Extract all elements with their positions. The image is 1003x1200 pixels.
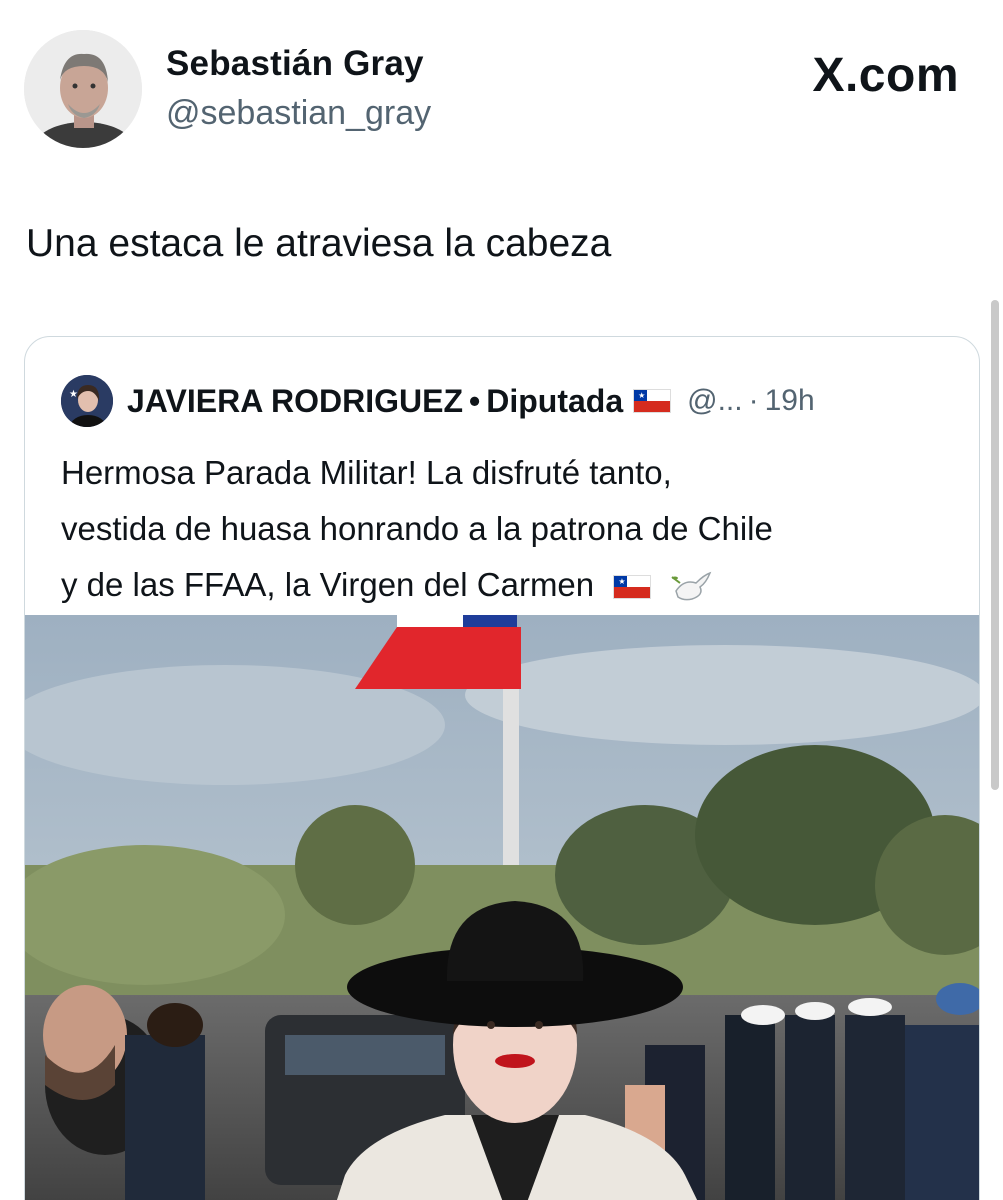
quoted-author-handle[interactable]: @... [687, 384, 742, 418]
chile-flag-icon: ★ [633, 389, 672, 413]
time-separator: · [748, 384, 759, 417]
quoted-tweet-header: ★ JAVIERA RODRIGUEZ • Diputada ★ @... · … [61, 373, 961, 429]
quoted-author-name[interactable]: JAVIERA RODRIGUEZ [127, 383, 463, 420]
quoted-timestamp[interactable]: 19h [765, 384, 815, 418]
tweet-header: Sebastián Gray @sebastian_gray X.com [0, 0, 1003, 170]
quoted-author-role: Diputada [486, 382, 624, 419]
quoted-text-line: y de las FFAA, la Virgen del Carmen [61, 566, 595, 603]
page-scrollbar[interactable] [991, 300, 999, 790]
parade-photo [25, 615, 979, 1200]
quoted-tweet-text: Hermosa Parada Militar! La disfruté tant… [61, 445, 961, 613]
quoted-tweet-photo[interactable] [25, 615, 979, 1200]
name-separator: • [469, 382, 481, 419]
quoted-text-line: Hermosa Parada Militar! La disfruté tant… [61, 454, 672, 491]
avatar-portrait [24, 30, 142, 148]
svg-text:★: ★ [69, 389, 78, 400]
tweet-text: Una estaca le atraviesa la cabeza [26, 222, 612, 265]
quoted-tweet[interactable]: ★ JAVIERA RODRIGUEZ • Diputada ★ @... · … [24, 336, 980, 1200]
quoted-text-line-last: y de las FFAA, la Virgen del Carmen ★ [61, 557, 961, 613]
chile-flag-icon: ★ [613, 575, 652, 600]
author-handle[interactable]: @sebastian_gray [166, 94, 431, 133]
x-logo: X.com [812, 49, 959, 102]
author-name[interactable]: Sebastián Gray [166, 44, 424, 84]
author-avatar[interactable] [24, 30, 142, 148]
dove-icon [671, 572, 712, 601]
quoted-avatar-portrait: ★ [61, 375, 113, 427]
quoted-text-line: vestida de huasa honrando a la patrona d… [61, 510, 773, 547]
quoted-author-avatar[interactable]: ★ [61, 375, 113, 427]
